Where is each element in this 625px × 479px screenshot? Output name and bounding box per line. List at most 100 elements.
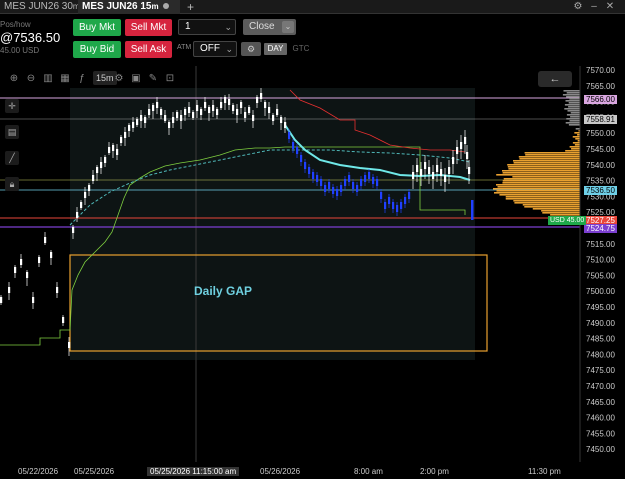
zoom-out-icon[interactable]: ⊖ [24, 72, 38, 86]
volume-profile-bar [569, 98, 580, 100]
note-tool-icon[interactable]: ▤ [5, 125, 19, 139]
price-axis: 7570.007565.007560.007555.007550.007545.… [579, 66, 615, 462]
candle-body [344, 179, 347, 186]
candle-body [108, 147, 111, 153]
candle-body [352, 182, 355, 189]
candle-body [208, 107, 211, 113]
volume-profile-bar [507, 166, 580, 168]
volume-profile-bar [505, 196, 580, 198]
candle-body [272, 115, 275, 121]
candle-body [0, 297, 3, 303]
volume-profile-bar [566, 92, 580, 94]
volume-profile-bar [496, 174, 580, 176]
volume-profile-bar [564, 108, 580, 110]
volume-profile-bar [570, 116, 580, 118]
volume-profile-bar [565, 150, 580, 152]
volume-profile-bar [566, 96, 580, 98]
candle-body [164, 115, 167, 121]
candle-body [228, 99, 231, 105]
volume-profile-bar [575, 128, 580, 130]
candle-body [468, 167, 471, 174]
volume-profile-bar [513, 160, 580, 162]
candle-body [288, 132, 291, 139]
candle-body [364, 175, 367, 182]
price-tick-label: 7510.00 [586, 256, 615, 265]
template-icon[interactable]: ▦ [58, 72, 72, 86]
crosshair-tool-icon[interactable]: ✛ [5, 99, 19, 113]
indicators-icon[interactable]: ƒ [75, 72, 89, 86]
price-tick-label: 7480.00 [586, 350, 615, 359]
candle-body [104, 157, 107, 163]
candle-body [168, 122, 171, 128]
settings-icon[interactable]: ⚙ [112, 72, 126, 86]
line-tool-icon[interactable]: ╱ [5, 151, 19, 165]
candle-body [260, 93, 263, 99]
candle-body [408, 192, 411, 199]
time-label: 05/26/2026 [260, 467, 301, 476]
candle-body [380, 192, 383, 199]
volume-profile-bar [566, 118, 580, 120]
candle-body [152, 105, 155, 111]
volume-profile-bar [495, 184, 580, 186]
candle-body [372, 177, 375, 184]
volume-profile-bar [565, 100, 580, 102]
candle-body [396, 205, 399, 212]
volume-profile-bar [496, 190, 580, 192]
candle-body [376, 179, 379, 186]
daily-gap-label: Daily GAP [194, 284, 253, 298]
candle-body [464, 137, 467, 144]
candle-body [440, 169, 443, 176]
lock-icon[interactable]: 🔒︎ [5, 177, 19, 191]
candle-body [72, 227, 75, 233]
volume-profile-bar [524, 206, 580, 208]
zoom-in-icon[interactable]: ⊕ [7, 72, 21, 86]
price-tick-label: 7475.00 [586, 366, 615, 375]
volume-profile-bar [567, 110, 580, 112]
candle-body [252, 115, 255, 121]
volume-profile-bar [493, 192, 580, 194]
candle-body [328, 182, 331, 189]
candle-body [232, 105, 235, 111]
candle-body [76, 212, 79, 218]
layers-icon[interactable]: ▣ [129, 72, 143, 86]
candle-body [268, 107, 271, 113]
volume-profile-bar [568, 106, 580, 108]
price-tag-cyan: 7536.50 [584, 186, 617, 195]
volume-profile-bar [568, 124, 580, 126]
price-tick-label: 7565.00 [586, 82, 615, 91]
volume-profile-bar [522, 204, 580, 206]
candle-body [471, 200, 474, 220]
candle-body [280, 117, 283, 123]
candle-body [184, 109, 187, 115]
candle-body [248, 107, 251, 113]
candle-body [466, 152, 469, 159]
candle-body [20, 259, 23, 265]
price-tick-label: 7570.00 [586, 66, 615, 75]
candle-body [96, 167, 99, 173]
candle-body [128, 125, 131, 131]
candle-body [8, 287, 11, 293]
volume-profile-bar [532, 208, 580, 210]
candle-body [116, 149, 119, 155]
candle-body [56, 287, 59, 293]
screenshot-icon[interactable]: ⊡ [163, 72, 177, 86]
volume-profile-bar [502, 180, 580, 182]
volume-profile-bar [570, 112, 580, 114]
price-tick-label: 7550.00 [586, 129, 615, 138]
drawing-icon[interactable]: ✎ [146, 72, 160, 86]
candle-body [320, 179, 323, 186]
candle-body [240, 102, 243, 108]
candle-body [444, 175, 447, 182]
price-tick-label: 7450.00 [586, 445, 615, 454]
candle-body [420, 169, 423, 176]
candle-body [388, 197, 391, 204]
bar-type-icon[interactable]: ▥ [41, 72, 55, 86]
candle-body [204, 102, 207, 108]
volume-profile-bar [513, 200, 580, 202]
candle-body [276, 109, 279, 115]
scroll-back-button[interactable]: ← [538, 71, 572, 87]
volume-profile-bar [507, 164, 580, 166]
candle-body [264, 102, 267, 108]
candle-body [292, 142, 295, 149]
volume-profile-bar [565, 122, 580, 124]
